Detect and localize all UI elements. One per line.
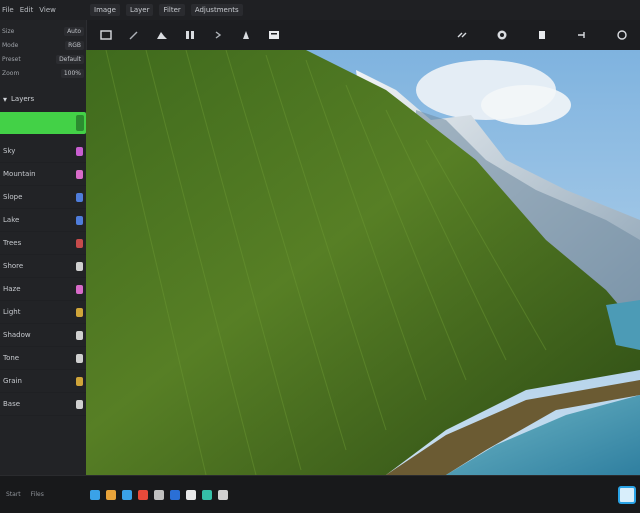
layer-label: Light xyxy=(3,308,21,316)
layer-color-icon xyxy=(76,192,83,202)
tab-filter[interactable]: Filter xyxy=(159,4,185,16)
app-icon[interactable] xyxy=(170,489,180,500)
list-item[interactable]: Grain xyxy=(0,370,86,393)
property-label: Zoom xyxy=(2,69,20,77)
list-item[interactable]: Trees xyxy=(0,232,86,255)
layer-color-icon xyxy=(76,238,83,248)
app-icon[interactable] xyxy=(218,489,228,500)
app-icon[interactable] xyxy=(138,489,148,500)
list-item[interactable]: Tone xyxy=(0,347,86,370)
layer-color-icon xyxy=(76,215,83,225)
taskbar-start[interactable]: Start xyxy=(6,491,21,498)
property-value[interactable]: Default xyxy=(56,54,84,64)
property-row: Preset Default xyxy=(2,52,84,66)
layer-label: Lake xyxy=(3,216,20,224)
list-item[interactable]: Shore xyxy=(0,255,86,278)
menu-bar: File Edit View Image Layer Filter Adjust… xyxy=(0,0,640,21)
property-label: Mode xyxy=(2,41,19,49)
shape-icon[interactable] xyxy=(534,27,550,43)
layer-color-icon xyxy=(76,376,83,386)
menu-edit[interactable]: Edit xyxy=(20,6,34,14)
menu-left-group: File Edit View xyxy=(0,6,86,14)
layer-label: Trees xyxy=(3,239,22,247)
property-row: Size Auto xyxy=(2,24,84,38)
layer-color-icon xyxy=(76,330,83,340)
cloud xyxy=(481,85,571,125)
active-layer-highlight[interactable] xyxy=(0,112,86,134)
property-value[interactable]: 100% xyxy=(60,68,84,78)
landscape-photo xyxy=(86,50,640,475)
layer-color-icon xyxy=(76,261,83,271)
section-title: Layers xyxy=(11,95,35,103)
property-label: Size xyxy=(2,27,15,35)
list-item[interactable]: Sky xyxy=(0,140,86,163)
brush-icon[interactable] xyxy=(126,27,142,43)
list-item[interactable]: Base xyxy=(0,393,86,416)
layer-label: Haze xyxy=(3,285,21,293)
layer-color-icon xyxy=(76,146,83,156)
property-row: Zoom 100% xyxy=(2,66,84,80)
pointer-icon[interactable] xyxy=(210,27,226,43)
layer-label: Mountain xyxy=(3,170,36,178)
layer-label: Slope xyxy=(3,193,23,201)
taskbar-files[interactable]: Files xyxy=(31,491,44,498)
layer-color-icon xyxy=(76,399,83,409)
list-item[interactable]: Light xyxy=(0,301,86,324)
crop-icon[interactable] xyxy=(98,27,114,43)
app-icon[interactable] xyxy=(106,489,116,500)
image-canvas[interactable] xyxy=(86,50,640,475)
property-label: Preset xyxy=(2,55,21,63)
property-value[interactable]: Auto xyxy=(64,26,84,36)
layer-label: Sky xyxy=(3,147,16,155)
layer-label: Shore xyxy=(3,262,24,270)
taskbar-apps xyxy=(90,489,228,500)
toolbar xyxy=(86,20,640,50)
list-item[interactable]: Shadow xyxy=(0,324,86,347)
eyedropper-icon[interactable] xyxy=(574,27,590,43)
layers-section-title: ▾ Layers xyxy=(0,92,86,106)
hand-icon[interactable] xyxy=(238,27,254,43)
active-layer-handle[interactable] xyxy=(76,115,84,131)
menu-file[interactable]: File xyxy=(2,6,14,14)
layer-color-icon xyxy=(76,353,83,363)
layer-color-icon xyxy=(76,284,83,294)
app-icon[interactable] xyxy=(90,489,100,500)
layers-icon[interactable] xyxy=(266,27,282,43)
property-row: Mode RGB xyxy=(2,38,84,52)
list-item[interactable]: Mountain xyxy=(0,163,86,186)
app-icon[interactable] xyxy=(122,489,132,500)
app-icon[interactable] xyxy=(186,489,196,500)
layer-color-icon xyxy=(76,307,83,317)
layer-label: Grain xyxy=(3,377,22,385)
taskbar-left: Start Files xyxy=(0,491,86,498)
mountain-icon[interactable] xyxy=(154,27,170,43)
link-icon[interactable] xyxy=(454,27,470,43)
notification-icon[interactable] xyxy=(618,485,636,504)
layer-label: Tone xyxy=(3,354,20,362)
list-item[interactable]: Slope xyxy=(0,186,86,209)
left-sidebar: Size Auto Mode RGB Preset Default Zoom 1… xyxy=(0,20,87,475)
tab-adjustments[interactable]: Adjustments xyxy=(190,4,243,16)
property-value[interactable]: RGB xyxy=(65,40,84,50)
tab-layer[interactable]: Layer xyxy=(125,4,154,16)
list-item[interactable]: Lake xyxy=(0,209,86,232)
toolbar-right xyxy=(442,27,640,43)
menu-view[interactable]: View xyxy=(39,6,56,14)
layers-list: Sky Mountain Slope Lake Trees Shore Haze… xyxy=(0,140,86,416)
app-icon[interactable] xyxy=(202,489,212,500)
layer-color-icon xyxy=(76,169,83,179)
list-item[interactable]: Haze xyxy=(0,278,86,301)
settings-icon[interactable] xyxy=(614,27,630,43)
app-icon[interactable] xyxy=(154,489,164,500)
text-icon[interactable] xyxy=(182,27,198,43)
tab-image[interactable]: Image xyxy=(90,4,120,16)
circle-icon[interactable] xyxy=(494,27,510,43)
layers-toggle-icon[interactable]: ▾ xyxy=(3,95,7,104)
layer-label: Base xyxy=(3,400,21,408)
sidebar-properties: Size Auto Mode RGB Preset Default Zoom 1… xyxy=(0,20,86,80)
taskbar: Start Files xyxy=(0,475,640,513)
layer-label: Shadow xyxy=(3,331,31,339)
menu-tabs: Image Layer Filter Adjustments xyxy=(90,4,243,16)
